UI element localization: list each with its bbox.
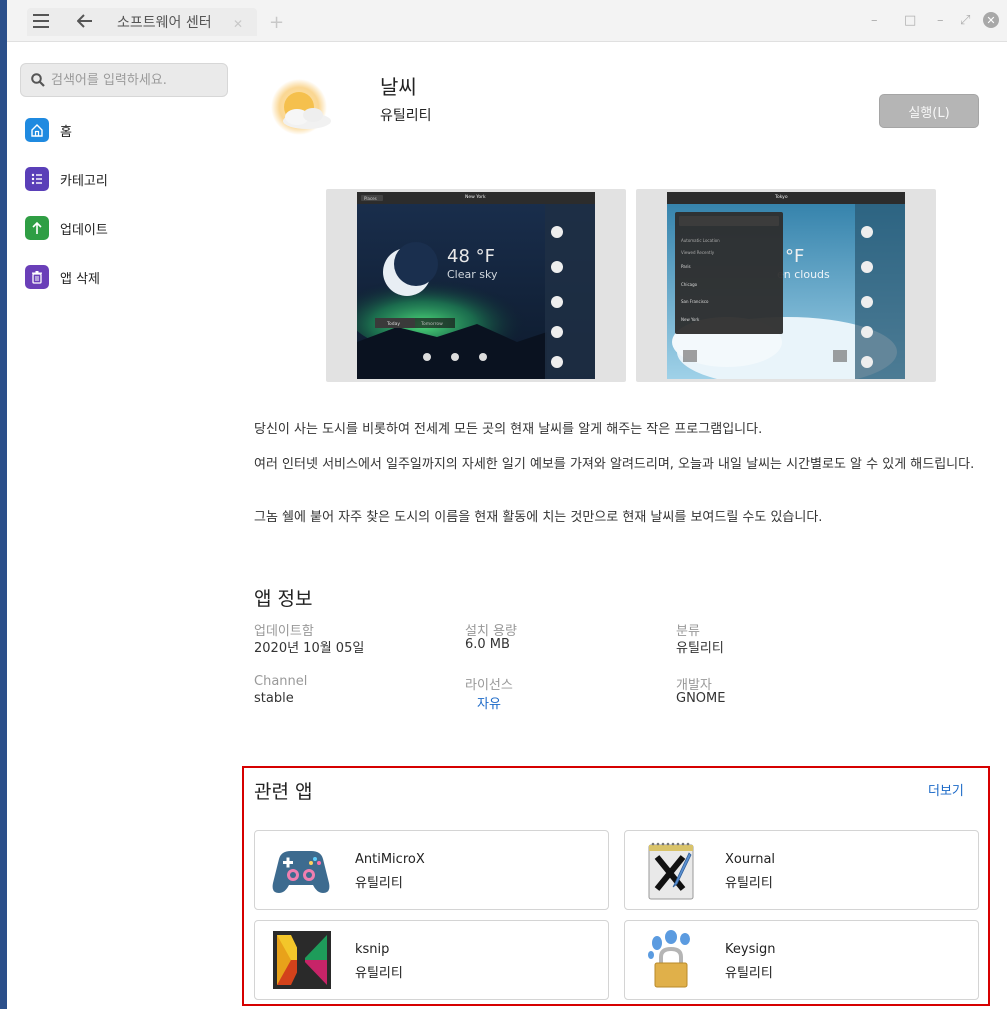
close-button[interactable]: ✕ <box>983 12 999 28</box>
sidebar-item-label: 업데이트 <box>60 222 108 238</box>
sidebar-item-home[interactable]: 홈 <box>25 116 72 144</box>
ksnip-icon <box>273 931 331 989</box>
window-title: 소프트웨어 센터 <box>117 15 212 31</box>
screenshot-thumbnail-1[interactable]: Places New York 48 °F Clear sky Today To… <box>326 189 626 382</box>
info-channel-value: stable <box>254 691 294 706</box>
screenshot-2-condition: en clouds <box>777 268 830 281</box>
related-apps-title: 관련 앱 <box>254 781 313 803</box>
xournal-icon <box>648 842 694 900</box>
more-link[interactable]: 더보기 <box>928 780 964 799</box>
gamepad-icon <box>272 851 330 893</box>
description-paragraph-1: 당신이 사는 도시를 비롯하여 전세계 모든 곳의 현재 날씨를 알게 해주는 … <box>254 422 763 437</box>
background-new-tab-icon: + <box>269 12 285 33</box>
search-box[interactable] <box>20 63 228 97</box>
info-category-value: 유틸리티 <box>676 641 724 656</box>
related-app-name: Xournal <box>725 852 776 867</box>
back-button[interactable] <box>71 8 99 34</box>
app-detail-page: 날씨 유틸리티 실행(L) Places New York 48 °F Clea… <box>239 43 1007 1009</box>
screenshot-thumbnail-2[interactable]: Tokyo °F en clouds Automatic Location Vi… <box>636 189 936 382</box>
app-category: 유틸리티 <box>380 108 432 124</box>
screenshot-2-city: Tokyo <box>774 194 788 200</box>
launch-button[interactable]: 실행(L) <box>879 94 979 128</box>
info-license-label: 라이선스 <box>465 678 513 693</box>
related-app-name: AntiMicroX <box>355 852 425 867</box>
sidebar: 홈 카테고리 업데이트 앱 삭제 <box>7 43 239 1009</box>
app-info-title: 앱 정보 <box>254 588 313 610</box>
keysign-icon <box>648 930 690 988</box>
sidebar-item-label: 앱 삭제 <box>60 271 101 287</box>
search-icon <box>31 73 45 87</box>
related-apps-section: 관련 앱 더보기 AntiMicroX 유틸리티 Xournal 유틸리티 ks… <box>242 766 990 1006</box>
related-app-card-ksnip[interactable]: ksnip 유틸리티 <box>254 920 609 1000</box>
related-app-category: 유틸리티 <box>725 876 773 891</box>
screenshot-2-place: Chicago <box>681 282 698 287</box>
screenshot-2-place: San Francisco <box>681 299 709 304</box>
arrow-left-icon <box>77 14 92 28</box>
app-title: 날씨 <box>380 75 417 99</box>
description-paragraph-3: 그놈 쉘에 붙어 자주 찾은 도시의 이름을 현재 활동에 치는 것만으로 현재… <box>254 510 823 525</box>
trash-icon <box>25 265 49 289</box>
ghost-maximize-icon: □ <box>904 13 917 28</box>
search-input[interactable] <box>51 72 221 88</box>
related-app-card-keysign[interactable]: Keysign 유틸리티 <box>624 920 979 1000</box>
ghost-minimize-icon: – <box>871 13 878 28</box>
desktop-edge <box>0 0 7 1009</box>
screenshot-1-city: New York <box>465 194 486 200</box>
related-app-card-antimicrox[interactable]: AntiMicroX 유틸리티 <box>254 830 609 910</box>
screenshot-2-image: Tokyo °F en clouds Automatic Location Vi… <box>667 192 905 379</box>
related-app-category: 유틸리티 <box>355 966 403 981</box>
related-app-name: Keysign <box>725 942 776 957</box>
hamburger-icon <box>33 14 49 28</box>
info-channel-label: Channel <box>254 674 308 689</box>
arrow-up-icon <box>25 216 49 240</box>
weather-app-icon <box>271 79 331 135</box>
svg-text:Today: Today <box>386 321 400 327</box>
sidebar-item-categories[interactable]: 카테고리 <box>25 165 108 193</box>
info-size-value: 6.0 MB <box>465 637 510 652</box>
screenshot-1-temp: 48 °F <box>447 246 495 267</box>
sidebar-item-updates[interactable]: 업데이트 <box>25 214 108 242</box>
description-paragraph-2: 여러 인터넷 서비스에서 일주일까지의 자세한 일기 예보를 가져와 알려드리며… <box>254 457 975 472</box>
menu-button[interactable] <box>27 8 55 34</box>
info-updated-value: 2020년 10월 05일 <box>254 641 365 656</box>
license-link[interactable]: 자유 <box>477 693 501 712</box>
home-icon <box>25 118 49 142</box>
svg-text:Viewed Recently: Viewed Recently <box>681 250 715 255</box>
maximize-button[interactable]: ⤢ <box>960 13 970 28</box>
screenshot-1-condition: Clear sky <box>447 268 498 281</box>
related-app-card-xournal[interactable]: Xournal 유틸리티 <box>624 830 979 910</box>
sidebar-item-label: 카테고리 <box>60 173 108 189</box>
background-tab-close-icon: ✕ <box>233 17 244 31</box>
svg-text:Tomorrow: Tomorrow <box>420 321 443 327</box>
title-bar: ✕ + 소프트웨어 센터 – □ – ⤢ ✕ <box>7 0 1007 42</box>
screenshot-2-temp: °F <box>785 246 804 267</box>
minimize-button[interactable]: – <box>937 13 944 28</box>
screenshot-1-image: Places New York 48 °F Clear sky Today To… <box>357 192 595 379</box>
screenshot-2-place: New York <box>681 317 700 322</box>
svg-text:Automatic Location: Automatic Location <box>681 238 720 243</box>
list-icon <box>25 167 49 191</box>
screenshot-2-place: Paris <box>681 264 691 269</box>
related-app-category: 유틸리티 <box>725 966 773 981</box>
svg-text:Places: Places <box>364 196 377 201</box>
related-app-name: ksnip <box>355 942 390 957</box>
sidebar-item-label: 홈 <box>60 124 72 140</box>
related-app-category: 유틸리티 <box>355 876 403 891</box>
sidebar-item-uninstall[interactable]: 앱 삭제 <box>25 263 100 291</box>
info-developer-value: GNOME <box>676 691 726 706</box>
